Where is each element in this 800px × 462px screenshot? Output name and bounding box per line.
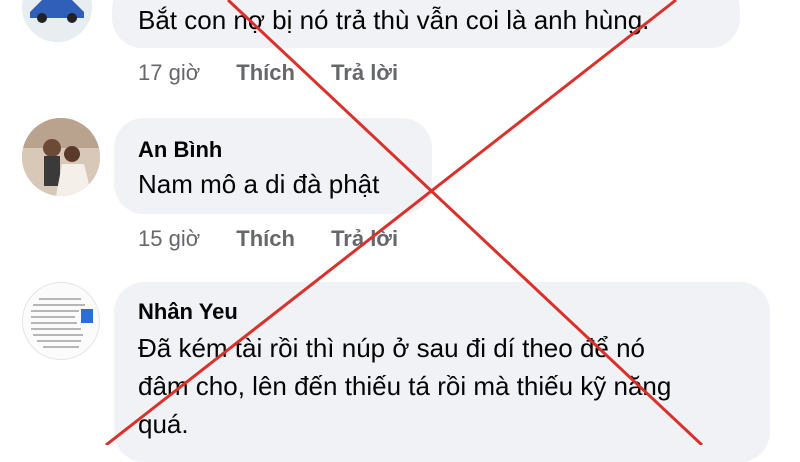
avatar[interactable]	[22, 282, 100, 360]
comment-text-line: Đã kém tài rồi thì núp ở sau đi dí theo …	[138, 333, 646, 363]
avatar[interactable]	[22, 0, 92, 42]
couple-avatar-image	[22, 118, 100, 196]
reply-button[interactable]: Trả lời	[331, 60, 398, 85]
car-avatar-image	[22, 0, 92, 42]
comment-time: 15 giờ	[138, 226, 201, 251]
reply-button[interactable]: Trả lời	[331, 226, 398, 251]
like-button[interactable]: Thích	[236, 60, 295, 85]
comment-text-line: đâm cho, lên đến thiếu tá rồi mà thiếu k…	[138, 371, 672, 401]
comment-text: Bắt con nợ bị nó trả thù vẫn coi là anh …	[138, 5, 650, 35]
like-button[interactable]: Thích	[236, 226, 295, 251]
comment-author[interactable]: Nhân Yeu	[138, 299, 238, 325]
comment-text: Nam mô a di đà phật	[138, 169, 380, 199]
comment-meta: 15 giờ Thích Trả lời	[138, 226, 398, 252]
comment-text-line: quá.	[138, 409, 189, 439]
text-avatar-image	[23, 283, 99, 359]
comment-time: 17 giờ	[138, 60, 201, 85]
comment-meta: 17 giờ Thích Trả lời	[138, 60, 398, 86]
comment-author[interactable]: An Bình	[138, 137, 222, 163]
avatar[interactable]	[22, 118, 100, 196]
